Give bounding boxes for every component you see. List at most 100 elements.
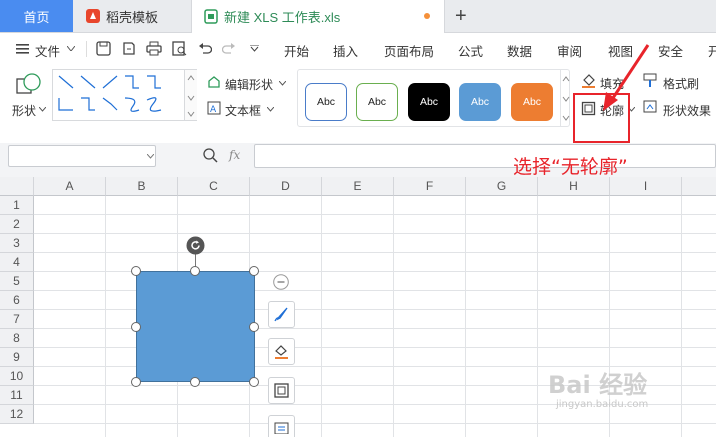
resize-handle[interactable] xyxy=(131,377,141,387)
row-header[interactable]: 6 xyxy=(0,291,34,310)
tab-home-label: 首页 xyxy=(23,9,50,25)
collapse-minus-icon[interactable] xyxy=(273,274,289,290)
selected-rectangle-shape[interactable] xyxy=(136,271,255,382)
chevron-down-icon[interactable] xyxy=(279,81,286,86)
column-header[interactable]: G xyxy=(466,177,538,196)
menu-security[interactable]: 安全 xyxy=(658,41,683,60)
wrap-text-button[interactable] xyxy=(268,415,295,437)
row-header[interactable]: 11 xyxy=(0,386,34,405)
gallery-arrows-icon[interactable] xyxy=(561,70,571,126)
connector-gallery[interactable] xyxy=(52,69,197,121)
column-header[interactable]: B xyxy=(106,177,178,196)
tab-file-label: 新建 XLS 工作表.xls xyxy=(224,10,341,25)
column-header[interactable]: I xyxy=(610,177,682,196)
resize-handle[interactable] xyxy=(190,266,200,276)
tab-template[interactable]: 稻壳模板 xyxy=(76,0,190,32)
resize-handle[interactable] xyxy=(131,322,141,332)
menu-insert[interactable]: 插入 xyxy=(333,41,358,60)
quick-access-dropdown-icon[interactable] xyxy=(250,45,259,52)
magnifier-icon[interactable] xyxy=(203,148,218,163)
resize-handle[interactable] xyxy=(131,266,141,276)
fx-label[interactable]: fx xyxy=(229,148,240,162)
row-header[interactable]: 7 xyxy=(0,310,34,329)
style-gallery-scroll[interactable] xyxy=(560,70,571,126)
print-preview-icon[interactable] xyxy=(172,41,187,56)
row-header[interactable]: 1 xyxy=(0,196,34,215)
tab-bar: 首页 稻壳模板 新建 XLS 工作表.xls + xyxy=(0,0,716,33)
menu-file[interactable]: 文件 xyxy=(35,41,60,60)
style-fill-black[interactable]: Abc xyxy=(408,83,450,121)
shape-style-button[interactable] xyxy=(268,301,295,328)
gallery-scroll[interactable] xyxy=(184,70,197,120)
format-painter-icon[interactable] xyxy=(643,73,659,88)
tab-file[interactable]: 新建 XLS 工作表.xls xyxy=(191,0,445,33)
row-header[interactable]: 8 xyxy=(0,329,34,348)
style-fill-blue[interactable]: Abc xyxy=(459,83,501,121)
grid-line xyxy=(321,196,322,437)
resize-handle[interactable] xyxy=(190,377,200,387)
formula-input[interactable] xyxy=(254,144,716,168)
column-header[interactable]: D xyxy=(250,177,322,196)
output-icon[interactable] xyxy=(121,41,136,56)
row-header[interactable]: 12 xyxy=(0,405,34,424)
wrap-text-icon xyxy=(274,422,289,434)
row-header[interactable]: 3 xyxy=(0,234,34,253)
tab-template-label: 稻壳模板 xyxy=(106,9,159,25)
style-outline-green[interactable]: Abc xyxy=(356,83,398,121)
edit-shape-button[interactable]: 编辑形状 xyxy=(225,76,273,93)
shape-fill-button[interactable] xyxy=(268,338,295,365)
column-header[interactable]: F xyxy=(394,177,466,196)
shape-effects-button[interactable]: 形状效果 xyxy=(663,102,711,119)
style-outline-blue[interactable]: Abc xyxy=(305,83,347,121)
fill-button[interactable]: 填充 xyxy=(600,75,624,92)
column-header[interactable]: A xyxy=(34,177,106,196)
row-header[interactable]: 9 xyxy=(0,348,34,367)
watermark-logo: Bai 经验 xyxy=(548,371,648,399)
chevron-down-icon[interactable] xyxy=(67,46,75,51)
menu-data[interactable]: 数据 xyxy=(507,41,532,60)
chevron-down-icon[interactable] xyxy=(39,107,46,112)
menu-formula[interactable]: 公式 xyxy=(458,41,483,60)
connector-shapes-icon[interactable] xyxy=(53,70,185,120)
textbox-button[interactable]: 文本框 xyxy=(225,102,261,119)
column-header[interactable]: E xyxy=(322,177,394,196)
name-box[interactable] xyxy=(8,145,156,167)
textbox-icon[interactable]: A xyxy=(207,101,221,115)
chevron-down-icon[interactable] xyxy=(147,154,154,159)
fill-bucket-icon[interactable] xyxy=(581,73,596,88)
save-icon[interactable] xyxy=(96,41,111,56)
redo-icon[interactable] xyxy=(222,42,236,55)
shape-outline-button[interactable] xyxy=(268,377,295,404)
edit-shape-icon[interactable] xyxy=(207,75,221,89)
row-header[interactable]: 10 xyxy=(0,367,34,386)
resize-handle[interactable] xyxy=(249,322,259,332)
select-all-corner[interactable] xyxy=(0,177,34,196)
chevron-down-icon[interactable] xyxy=(267,107,274,112)
undo-icon[interactable] xyxy=(198,42,212,55)
column-header[interactable]: C xyxy=(178,177,250,196)
menu-start[interactable]: 开始 xyxy=(284,41,309,60)
print-icon[interactable] xyxy=(146,41,162,56)
shape-style-gallery[interactable]: Abc Abc Abc Abc Abc xyxy=(297,69,570,127)
new-tab-button[interactable]: + xyxy=(455,5,467,28)
menu-view[interactable]: 视图 xyxy=(608,41,633,60)
style-fill-orange[interactable]: Abc xyxy=(511,83,553,121)
gallery-arrows-icon[interactable] xyxy=(185,70,197,120)
tab-home[interactable]: 首页 xyxy=(0,0,73,32)
rotate-handle-icon[interactable] xyxy=(186,236,205,255)
row-header[interactable]: 4 xyxy=(0,253,34,272)
resize-handle[interactable] xyxy=(249,266,259,276)
format-painter-button[interactable]: 格式刷 xyxy=(663,75,699,92)
shape-icon[interactable] xyxy=(16,72,42,98)
menu-page-layout[interactable]: 页面布局 xyxy=(384,41,434,60)
docer-logo-icon xyxy=(86,9,100,23)
resize-handle[interactable] xyxy=(249,377,259,387)
row-header[interactable]: 2 xyxy=(0,215,34,234)
column-header[interactable]: H xyxy=(538,177,610,196)
shape-effects-icon[interactable] xyxy=(643,100,659,115)
shape-button-label[interactable]: 形状 xyxy=(12,102,36,119)
column-header[interactable] xyxy=(682,177,716,196)
menu-review[interactable]: 审阅 xyxy=(557,41,582,60)
menu-more[interactable]: 开 xyxy=(708,41,716,60)
row-header[interactable]: 5 xyxy=(0,272,34,291)
